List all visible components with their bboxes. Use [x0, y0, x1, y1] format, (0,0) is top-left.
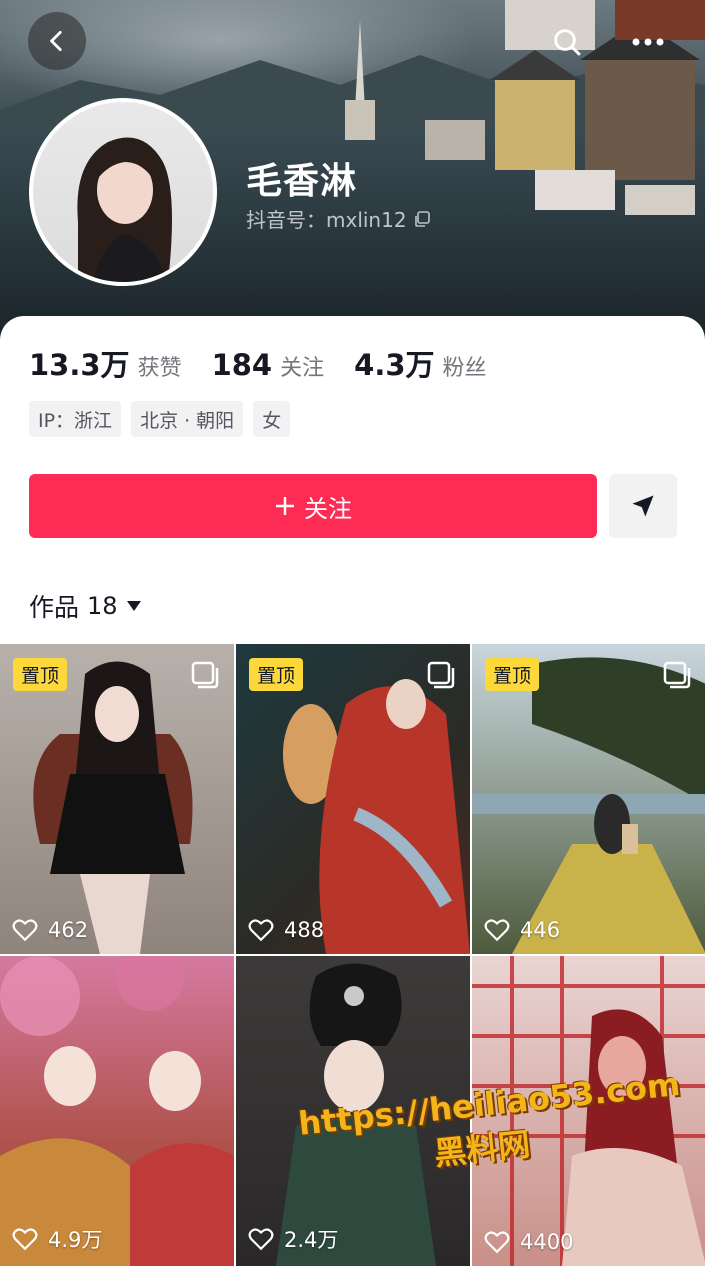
- multi-image-icon: [427, 661, 455, 689]
- like-count: 2.4万: [248, 1224, 338, 1254]
- like-count-text: 446: [520, 918, 561, 942]
- heart-icon: [12, 919, 38, 942]
- tag-location: 北京 · 朝阳: [131, 401, 244, 437]
- send-icon: [632, 495, 654, 517]
- uid-text: 抖音号：mxlin12: [246, 208, 407, 232]
- follow-label: 关注: [304, 494, 352, 523]
- like-count: 446: [484, 918, 560, 942]
- multi-image-icon: [663, 661, 691, 689]
- plus-icon: [276, 497, 294, 515]
- heart-icon: [12, 1228, 38, 1251]
- video-tile[interactable]: 置顶 446: [472, 644, 705, 954]
- like-count: 4.9万: [12, 1224, 102, 1254]
- pinned-badge: 置顶: [249, 658, 304, 691]
- profile-tags: IP：浙江 北京 · 朝阳 女: [29, 401, 291, 437]
- tag-ip: IP：浙江: [29, 401, 122, 437]
- profile-name: 毛香淋: [246, 161, 358, 202]
- following-label[interactable]: 关注: [280, 350, 324, 382]
- likes-count: 13.3万: [29, 348, 130, 382]
- caret-down-icon: [126, 601, 141, 611]
- search-icon: [554, 29, 581, 56]
- heart-icon: [248, 919, 274, 942]
- pinned-badge: 置顶: [13, 658, 68, 691]
- works-count: 18: [87, 592, 118, 620]
- copy-icon[interactable]: [413, 210, 431, 228]
- more-button[interactable]: [626, 20, 670, 64]
- like-count-text: 488: [284, 918, 325, 942]
- works-tab[interactable]: 作品 18: [29, 588, 142, 624]
- multi-image-icon: [191, 661, 219, 689]
- followers-count[interactable]: 4.3万: [354, 342, 434, 384]
- pinned-badge: 置顶: [485, 658, 540, 691]
- video-tile[interactable]: 4.9万: [0, 956, 234, 1266]
- following-count[interactable]: 184: [212, 348, 273, 382]
- avatar-image: [33, 102, 213, 282]
- heart-icon: [248, 1228, 274, 1251]
- like-count-text: 4.9万: [48, 1228, 103, 1252]
- video-tile[interactable]: 置顶 488: [236, 644, 470, 954]
- back-button[interactable]: [28, 12, 86, 70]
- like-count: 488: [248, 918, 324, 942]
- video-thumbnail: [0, 956, 234, 1266]
- like-count-text: 4400: [520, 1230, 574, 1254]
- more-dots-icon: [632, 38, 664, 46]
- like-count-text: 462: [48, 918, 89, 942]
- works-label: 作品: [29, 593, 80, 622]
- profile-uid: 抖音号：mxlin12: [246, 204, 431, 233]
- search-button[interactable]: [545, 20, 589, 64]
- likes-label[interactable]: 获赞: [138, 350, 182, 382]
- like-count: 4400: [484, 1230, 573, 1254]
- follow-button[interactable]: 关注: [29, 474, 597, 538]
- tag-gender: 女: [253, 401, 291, 437]
- message-button[interactable]: [609, 474, 677, 538]
- video-tile[interactable]: 置顶 462: [0, 644, 234, 954]
- heart-icon: [484, 1231, 510, 1254]
- avatar[interactable]: [29, 98, 217, 286]
- chevron-left-icon: [50, 30, 62, 52]
- profile-stats: 13.3万 获赞 184 关注 4.3万 粉丝: [29, 342, 517, 384]
- heart-icon: [484, 919, 510, 942]
- like-count-text: 2.4万: [284, 1228, 339, 1252]
- followers-label[interactable]: 粉丝: [443, 350, 487, 382]
- like-count: 462: [12, 918, 88, 942]
